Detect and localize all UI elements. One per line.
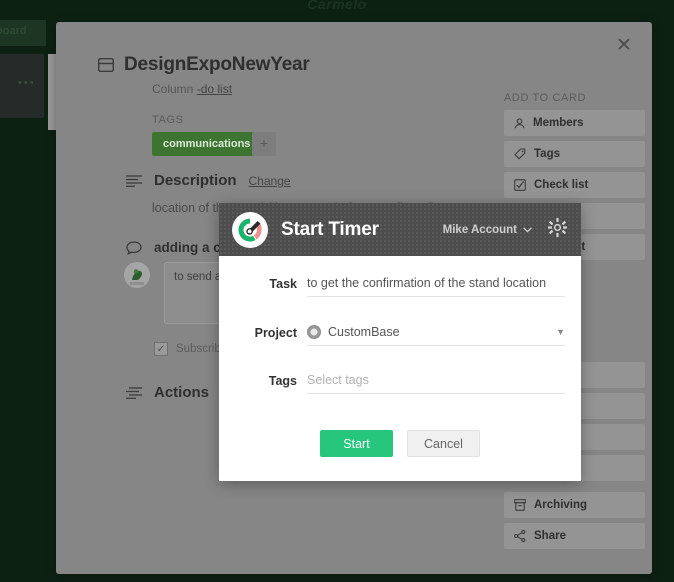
sidebar-item-tags[interactable]: Tags — [504, 141, 645, 167]
card-column-prefix: Column — [152, 82, 194, 96]
description-lines-icon — [126, 174, 142, 187]
description-header: Description Change — [126, 172, 291, 189]
actions-title: Actions — [154, 384, 210, 401]
project-avatar-icon — [307, 324, 321, 339]
tags-input[interactable]: Select tags — [307, 372, 565, 394]
sidebar-item-label: Archiving — [534, 499, 588, 511]
project-field-row: Project CustomBase ▼ — [219, 324, 581, 346]
background-list-header: board — [0, 20, 46, 46]
sidebar-action-archiving[interactable]: Archiving — [504, 492, 645, 518]
timer-dialog-title: Start Timer — [281, 218, 379, 240]
actions-list-icon — [126, 386, 142, 399]
sidebar-item-label: Check list — [534, 179, 589, 191]
background-card-dots: ••• — [18, 77, 36, 89]
actions-header: Actions — [126, 384, 209, 401]
task-label: Task — [269, 277, 297, 291]
sidebar-item-label: Members — [533, 117, 584, 129]
task-field-row: Task to get the confirmation of the stan… — [219, 275, 581, 297]
cancel-button[interactable]: Cancel — [407, 430, 480, 457]
card-column-line: Column -do list — [152, 82, 232, 96]
card-column-link[interactable]: -do list — [197, 82, 232, 96]
archive-icon — [514, 499, 526, 511]
tag-chip-communications[interactable]: communications — [152, 132, 262, 156]
description-change-link[interactable]: Change — [249, 174, 291, 188]
sidebar-item-label: Tags — [534, 148, 560, 160]
chevron-down-icon — [523, 224, 532, 236]
member-icon — [514, 117, 525, 129]
tags-label: Tags — [268, 374, 297, 388]
sidebar-action-share[interactable]: Share — [504, 523, 645, 549]
subscribe-checkbox[interactable]: ✓ — [154, 342, 168, 356]
start-timer-dialog: Start Timer Mike Account Task to get the… — [219, 203, 581, 481]
share-icon — [514, 530, 526, 542]
board-title: Carmelo — [307, 0, 367, 12]
checklist-icon — [514, 179, 526, 191]
avatar — [124, 262, 150, 288]
description-title: Description — [154, 172, 237, 189]
account-selector[interactable]: Mike Account — [443, 224, 532, 236]
card-title: DesignExpoNewYear — [124, 54, 310, 75]
tag-icon — [514, 148, 526, 160]
tags-section-label: TAGS — [152, 114, 184, 126]
card-window-icon — [98, 58, 114, 72]
project-select[interactable]: CustomBase ▼ — [307, 324, 565, 346]
timer-gauge-logo-icon — [231, 211, 269, 249]
project-value: CustomBase — [328, 324, 400, 339]
gear-icon[interactable] — [548, 217, 567, 242]
account-name: Mike Account — [442, 223, 517, 236]
sidebar-item-members[interactable]: Members — [504, 110, 645, 136]
add-to-card-label: ADD TO CARD — [504, 92, 586, 104]
sidebar-item-label: Share — [534, 530, 566, 542]
chevron-down-icon: ▼ — [556, 326, 565, 337]
sidebar-item-check-list[interactable]: Check list — [504, 172, 645, 198]
tags-field-row: Tags Select tags — [219, 372, 581, 394]
card-title-row: DesignExpoNewYear — [98, 54, 310, 76]
add-tag-button[interactable]: + — [252, 132, 276, 156]
background-list-strip — [48, 54, 56, 130]
start-button[interactable]: Start — [320, 430, 393, 457]
comment-bubble-icon — [126, 240, 142, 255]
timer-dialog-header: Start Timer Mike Account — [219, 203, 581, 256]
close-icon[interactable]: ✕ — [612, 34, 636, 58]
task-input[interactable]: to get the confirmation of the stand loc… — [307, 275, 565, 297]
dialog-button-row: Start Cancel — [219, 430, 581, 457]
project-label: Project — [254, 326, 297, 340]
